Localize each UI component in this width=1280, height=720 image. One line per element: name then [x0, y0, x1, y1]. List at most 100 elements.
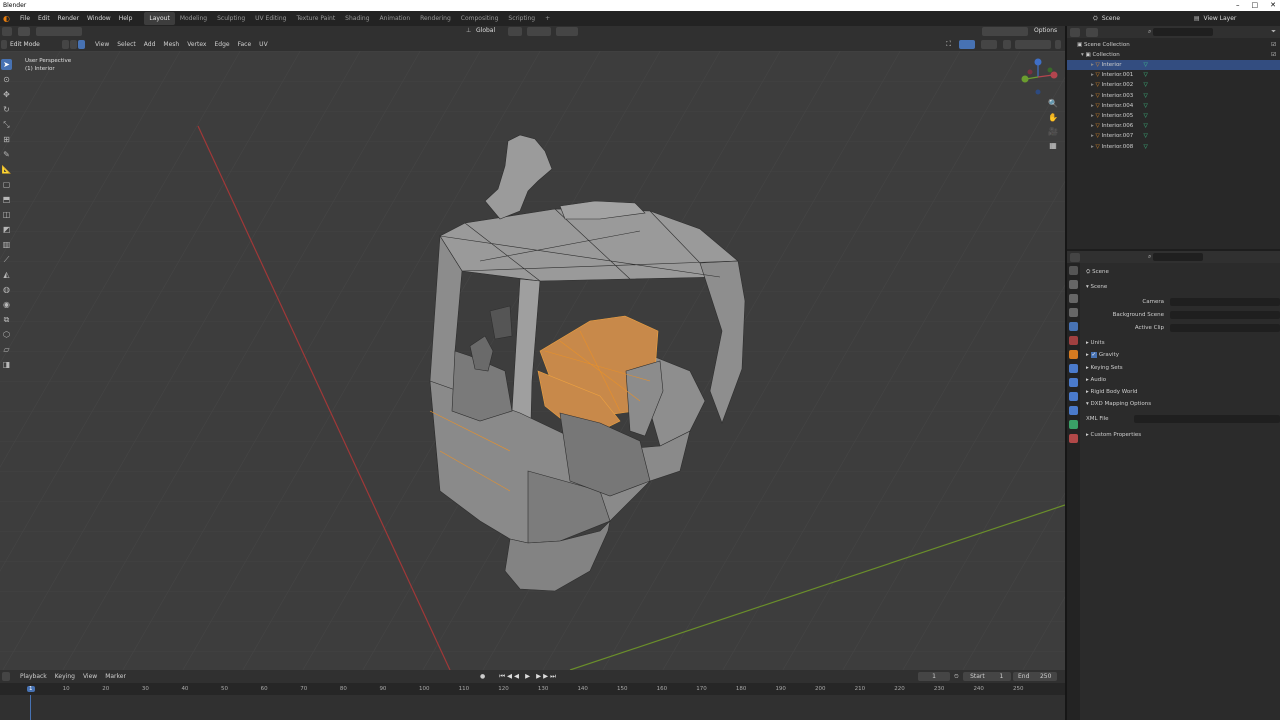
tab-animation[interactable]: Animation — [375, 12, 416, 25]
camera-view-icon[interactable]: 🎥 — [1048, 127, 1058, 136]
tab-scripting[interactable]: Scripting — [503, 12, 540, 25]
measure-tool-icon[interactable]: 📐 — [1, 164, 12, 175]
tab-modeling[interactable]: Modeling — [175, 12, 212, 25]
add-cube-tool-icon[interactable]: ▢ — [1, 179, 12, 190]
expand-arrow-icon[interactable]: ▸ — [1091, 123, 1094, 129]
view-layer-field[interactable]: View Layer — [1203, 15, 1236, 22]
panel-rigid-body-world[interactable]: ▸ Rigid Body World — [1086, 387, 1138, 397]
transform-orientation-dropdown[interactable]: Global — [476, 27, 495, 34]
checkbox-icon[interactable]: ☑ — [1271, 40, 1276, 50]
checkbox-icon[interactable]: ☑ — [1271, 50, 1276, 60]
viewport-menu-uv[interactable]: UV — [255, 38, 272, 51]
spin-tool-icon[interactable]: ◍ — [1, 284, 12, 295]
outliner-row-scene-collection[interactable]: ▣ Scene Collection ☑ — [1067, 40, 1280, 50]
panel-units[interactable]: ▸ Units — [1086, 338, 1105, 348]
panel-custom-properties[interactable]: ▸ Custom Properties — [1086, 430, 1141, 440]
mesh-data-icon[interactable]: ▽ — [1144, 123, 1148, 129]
shear-tool-icon[interactable]: ▱ — [1, 344, 12, 355]
select-box-tool[interactable] — [18, 27, 30, 36]
rotate-tool-icon[interactable]: ↻ — [1, 104, 12, 115]
loop-cut-tool-icon[interactable]: ▥ — [1, 239, 12, 250]
mesh-data-icon[interactable]: ▽ — [1144, 72, 1148, 78]
outliner-row-object[interactable]: ▸ ▽ Interior.007 ▽ — [1067, 131, 1280, 141]
modifier-tab-icon[interactable] — [1069, 364, 1078, 373]
camera-field[interactable] — [1170, 298, 1280, 306]
menu-window[interactable]: Window — [83, 11, 115, 26]
tab-layout[interactable]: Layout — [144, 12, 175, 25]
menu-render[interactable]: Render — [54, 11, 83, 26]
object-tab-icon[interactable] — [1069, 350, 1078, 359]
properties-editor-type[interactable] — [1070, 252, 1080, 262]
select-mode-vertex[interactable] — [62, 40, 69, 49]
expand-arrow-icon[interactable]: ▸ — [1091, 113, 1094, 119]
menu-help[interactable]: Help — [115, 11, 137, 26]
zoom-icon[interactable]: 🔍 — [1048, 99, 1058, 108]
expand-arrow-icon[interactable]: ▸ — [1091, 82, 1094, 88]
expand-arrow-icon[interactable]: ▸ — [1091, 103, 1094, 109]
visibility-icon[interactable]: ⛶ — [946, 40, 951, 49]
outliner-row-object[interactable]: ▸ ▽ Interior.001 ▽ — [1067, 70, 1280, 80]
outliner-row-object[interactable]: ▸ ▽ Interior.004 ▽ — [1067, 101, 1280, 111]
tab-shading[interactable]: Shading — [340, 12, 374, 25]
transform-tool-icon[interactable]: ⊞ — [1, 134, 12, 145]
move-tool-icon[interactable]: ✥ — [1, 89, 12, 100]
outliner-editor-type[interactable] — [1070, 27, 1080, 37]
render-tab-icon[interactable] — [1069, 280, 1078, 289]
panel-scene[interactable]: ▾ Scene — [1086, 282, 1107, 292]
material-tab-icon[interactable] — [1069, 434, 1078, 443]
timeline-menu-playback[interactable]: Playback — [16, 670, 51, 683]
viewport-menu-add[interactable]: Add — [140, 38, 160, 51]
mode-dropdown[interactable]: Edit Mode — [10, 41, 50, 48]
edge-slide-tool-icon[interactable]: ⧉ — [1, 314, 12, 325]
outliner-row-object[interactable]: ▸ ▽ Interior.003 ▽ — [1067, 91, 1280, 101]
outliner-row-object[interactable]: ▸ ▽ Interior.002 ▽ — [1067, 80, 1280, 90]
gizmo-y-axis[interactable] — [1021, 75, 1029, 83]
background-scene-field[interactable] — [1170, 311, 1280, 319]
panel-keying-sets[interactable]: ▸ Keying Sets — [1086, 363, 1123, 373]
filter-icon[interactable]: ⏷ — [1271, 28, 1276, 36]
viewport-menu-vertex[interactable]: Vertex — [183, 38, 210, 51]
pivot-point-button[interactable] — [508, 27, 522, 36]
panel-dxd-mapping[interactable]: ▾ DXD Mapping Options — [1086, 399, 1151, 409]
viewport-menu-edge[interactable]: Edge — [210, 38, 233, 51]
editor-type-button[interactable] — [1, 40, 7, 49]
knife-tool-icon[interactable]: ⟋ — [1, 254, 12, 265]
panel-audio[interactable]: ▸ Audio — [1086, 375, 1106, 385]
preview-range-icon[interactable]: ⏲ — [954, 673, 959, 681]
tab-compositing[interactable]: Compositing — [456, 12, 504, 25]
mesh-data-icon[interactable]: ▽ — [1144, 144, 1148, 150]
physics-tab-icon[interactable] — [1069, 392, 1078, 401]
end-frame-field[interactable]: End 250 — [1012, 672, 1057, 681]
options-dropdown[interactable]: Options — [1034, 27, 1057, 34]
menu-edit[interactable]: Edit — [34, 11, 54, 26]
view-layer-tab-icon[interactable] — [1069, 308, 1078, 317]
xray-toggle[interactable] — [1003, 40, 1011, 49]
properties-search-input[interactable] — [1153, 253, 1204, 261]
playhead[interactable] — [30, 695, 31, 720]
scale-tool-icon[interactable]: ⤡ — [1, 119, 12, 130]
tool-tab-icon[interactable] — [1069, 266, 1078, 275]
start-frame-field[interactable]: Start 1 — [962, 672, 1011, 681]
select-tool-icon[interactable]: ➤ — [1, 59, 12, 70]
current-frame-field[interactable]: 1 — [918, 672, 951, 681]
mesh-data-icon[interactable]: ▽ — [1144, 133, 1148, 139]
outliner-row-object[interactable]: ▸ ▽ Interior.008 ▽ — [1067, 142, 1280, 152]
viewport-menu-select[interactable]: Select — [113, 38, 140, 51]
maximize-icon[interactable]: □ — [1252, 0, 1259, 11]
expand-arrow-icon[interactable]: ▸ — [1091, 72, 1094, 78]
add-workspace-button[interactable]: + — [540, 12, 555, 25]
timeline-editor-type[interactable] — [2, 672, 10, 681]
minimize-icon[interactable]: – — [1236, 0, 1240, 11]
record-icon[interactable]: ● — [480, 673, 485, 680]
viewport-menu-view[interactable]: View — [91, 38, 113, 51]
3d-viewport[interactable] — [0, 51, 1065, 670]
snapping-button[interactable] — [527, 27, 551, 36]
mirror-axes-buttons[interactable] — [982, 27, 1028, 36]
cursor-tool-icon[interactable]: ⊙ — [1, 74, 12, 85]
ortho-grid-icon[interactable]: ▦ — [1049, 141, 1057, 150]
outliner-row-collection[interactable]: ▾ ▣ Collection ☑ — [1067, 50, 1280, 60]
proportional-edit-button[interactable] — [556, 27, 578, 36]
extrude-tool-icon[interactable]: ⬒ — [1, 194, 12, 205]
blender-logo-icon[interactable]: ◐ — [3, 14, 13, 24]
tab-rendering[interactable]: Rendering — [415, 12, 456, 25]
